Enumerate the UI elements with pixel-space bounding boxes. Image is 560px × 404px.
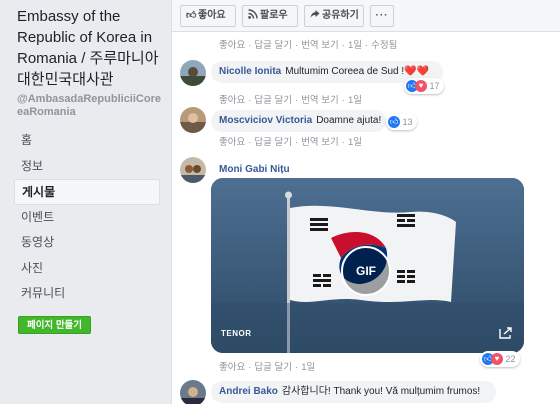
- comment-text: 감사합니다! Thank you! Vă mulțumim frumos!: [281, 386, 481, 397]
- thumbs-up-icon: 👍︎: [186, 10, 197, 21]
- like-link[interactable]: 좋아요: [219, 137, 245, 148]
- translate-link[interactable]: 번역 보기: [301, 137, 339, 148]
- nav-item-photos[interactable]: 사진: [14, 256, 160, 282]
- comment-bubble: Moscviciov Victoria Doamne ajuta!: [211, 110, 386, 132]
- avatar[interactable]: [180, 380, 206, 404]
- like-page-label: 좋아요: [198, 10, 226, 21]
- comment-text: Multumim Coreea de Sud !❤️❤️: [285, 66, 430, 77]
- reaction-summary[interactable]: 👍︎ 13: [386, 114, 417, 130]
- external-link-icon[interactable]: [499, 326, 513, 339]
- comment-time[interactable]: 1일: [301, 362, 315, 373]
- translate-link[interactable]: 번역 보기: [301, 40, 339, 51]
- comment-author[interactable]: Moni Gabi Nițu: [219, 164, 290, 175]
- comment-meta: 좋아요 · 답글 달기 · 번역 보기 · 1일: [219, 95, 362, 106]
- like-link[interactable]: 좋아요: [219, 362, 245, 373]
- comment-meta: 좋아요 · 답글 달기 · 1일: [219, 362, 316, 373]
- like-reaction-icon: 👍︎: [388, 115, 400, 128]
- comment-time[interactable]: 1일: [348, 137, 362, 148]
- reply-link[interactable]: 답글 달기: [254, 362, 292, 373]
- comment-time[interactable]: 1일: [348, 95, 362, 106]
- page-nav: 홈 정보 게시물 이벤트 동영상 사진 커뮤니티: [14, 128, 160, 307]
- nav-item-home[interactable]: 홈: [14, 128, 160, 154]
- follow-button[interactable]: 팔로우: [242, 5, 298, 27]
- page-handle[interactable]: @AmbasadaRepubliciiCoreeaRomania: [17, 93, 167, 119]
- gif-attachment[interactable]: GIF TENOR: [211, 178, 524, 353]
- tenor-logo[interactable]: TENOR: [221, 329, 252, 338]
- like-link[interactable]: 좋아요: [219, 40, 245, 51]
- avatar[interactable]: [180, 60, 206, 86]
- reaction-count: 22: [505, 354, 516, 364]
- reaction-summary[interactable]: 👍︎ ♥ 22: [480, 351, 520, 367]
- reaction-count: 17: [429, 81, 440, 91]
- nav-item-events[interactable]: 이벤트: [14, 205, 160, 231]
- follow-label: 팔로우: [260, 10, 288, 21]
- page-sidebar: Embassy of the Republic of Korea in Roma…: [0, 0, 170, 404]
- page-action-bar: 👍︎ 좋아요 팔로우 공유하기 ···: [172, 0, 560, 32]
- more-options-button[interactable]: ···: [370, 5, 394, 27]
- reaction-summary[interactable]: 👍︎ ♥ 17: [404, 78, 444, 94]
- nav-item-about[interactable]: 정보: [14, 154, 160, 180]
- comment-text: Doamne ajuta!: [316, 115, 382, 126]
- comment-meta: 좋아요 · 답글 달기 · 번역 보기 · 1일: [219, 137, 362, 148]
- reply-link[interactable]: 답글 달기: [254, 40, 292, 51]
- avatar[interactable]: [180, 157, 206, 183]
- previous-comment-meta: 좋아요 · 답글 달기 · 번역 보기 · 1일 · 수정됨: [219, 40, 398, 51]
- share-button[interactable]: 공유하기: [304, 5, 364, 27]
- create-page-button[interactable]: 페이지 만들기: [18, 316, 91, 334]
- love-reaction-icon: ♥: [491, 352, 503, 365]
- comment-author[interactable]: Andrei Bako: [219, 386, 278, 397]
- comment-time[interactable]: 1일: [348, 40, 362, 51]
- comment-bubble: Andrei Bako 감사합니다! Thank you! Vă mulțumim…: [211, 381, 496, 403]
- facebook-page: Embassy of the Republic of Korea in Roma…: [0, 0, 560, 404]
- avatar[interactable]: [180, 107, 206, 133]
- share-label: 공유하기: [322, 10, 359, 21]
- translate-link[interactable]: 번역 보기: [301, 95, 339, 106]
- like-page-button[interactable]: 👍︎ 좋아요: [180, 5, 236, 27]
- edited-label: 수정됨: [371, 40, 398, 51]
- gif-play-badge[interactable]: GIF: [341, 246, 391, 296]
- comment-author[interactable]: Nicolle Ionita: [219, 66, 281, 77]
- nav-item-community[interactable]: 커뮤니티: [14, 281, 160, 307]
- reply-link[interactable]: 답글 달기: [254, 95, 292, 106]
- page-title[interactable]: Embassy of the Republic of Korea in Roma…: [17, 6, 167, 90]
- reaction-count: 13: [402, 117, 413, 127]
- like-link[interactable]: 좋아요: [219, 95, 245, 106]
- reply-link[interactable]: 답글 달기: [254, 137, 292, 148]
- nav-item-videos[interactable]: 동영상: [14, 230, 160, 256]
- love-reaction-icon: ♥: [415, 79, 427, 92]
- rss-icon: [248, 6, 260, 26]
- main-column: 👍︎ 좋아요 팔로우 공유하기 ··· 좋아요 · 답글 달기 · 번역 보기 · 1일 · 수정…: [171, 0, 560, 404]
- nav-item-posts[interactable]: 게시물: [14, 179, 160, 205]
- share-arrow-icon: [310, 6, 322, 26]
- comment-author[interactable]: Moscviciov Victoria: [219, 115, 312, 126]
